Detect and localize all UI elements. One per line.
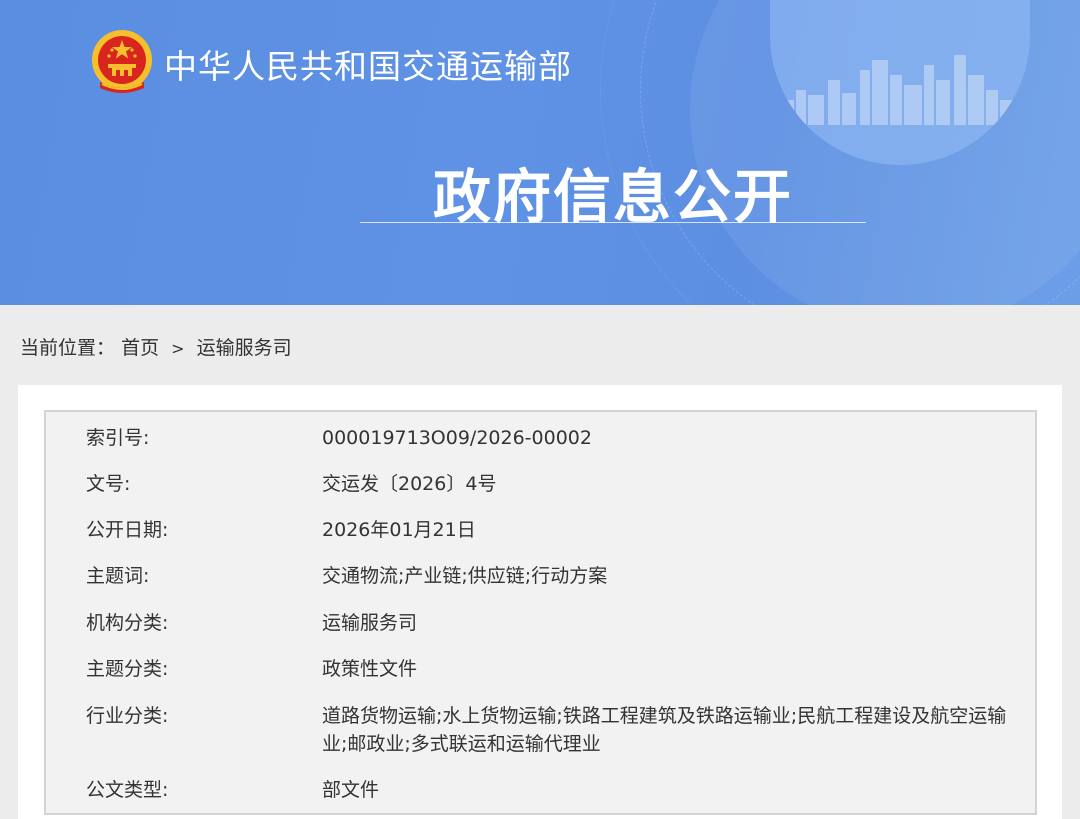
document-info-box: 索引号: 000019713O09/2026-00002 文号: 交运发〔202… (44, 410, 1037, 815)
ministry-name: 中华人民共和国交通运输部 (164, 47, 572, 86)
info-label: 文号: (86, 473, 131, 495)
info-label: 主题词: (86, 565, 150, 587)
info-value: 000019713O09/2026-00002 (322, 427, 592, 449)
title-underline (360, 222, 866, 223)
info-value: 政策性文件 (322, 658, 418, 680)
info-value: 部文件 (322, 779, 380, 801)
info-value: 交运发〔2026〕4号 (322, 473, 497, 495)
info-label: 行业分类: (86, 705, 169, 727)
info-label: 主题分类: (86, 658, 169, 680)
info-label: 机构分类: (86, 612, 169, 634)
info-label: 公开日期: (86, 519, 169, 541)
info-label: 公文类型: (86, 779, 169, 801)
breadcrumb-home-link[interactable]: 首页 (121, 337, 159, 359)
content-panel: 索引号: 000019713O09/2026-00002 文号: 交运发〔202… (18, 385, 1062, 819)
info-value: 道路货物运输;水上货物运输;铁路工程建筑及铁路运输业;民航工程建设及航空运输业;… (322, 705, 1007, 755)
breadcrumb-department-link[interactable]: 运输服务司 (197, 337, 292, 359)
breadcrumb-separator: > (171, 339, 185, 358)
info-value: 2026年01月21日 (322, 519, 476, 541)
info-label: 索引号: (86, 427, 150, 449)
header-banner: 中华人民共和国交通运输部 政府信息公开 (0, 0, 1080, 305)
national-emblem-icon (92, 30, 152, 93)
breadcrumb: 当前位置： 首页 > 运输服务司 (20, 333, 292, 360)
city-skyline-icon (780, 55, 1018, 125)
info-value: 运输服务司 (322, 612, 418, 634)
info-value: 交通物流;产业链;供应链;行动方案 (322, 565, 608, 587)
breadcrumb-prefix: 当前位置： (20, 337, 116, 359)
